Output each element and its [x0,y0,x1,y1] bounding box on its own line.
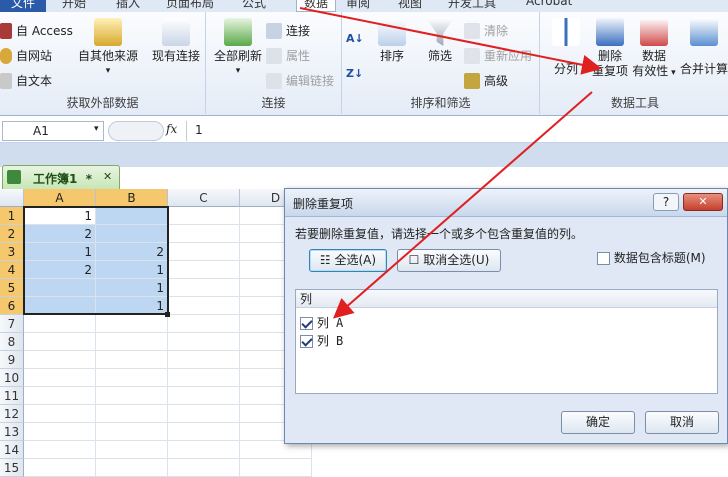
arrow-to-column-a [332,91,593,319]
annotation-arrows [299,7,602,319]
arrow-to-remove-duplicates [299,7,602,75]
